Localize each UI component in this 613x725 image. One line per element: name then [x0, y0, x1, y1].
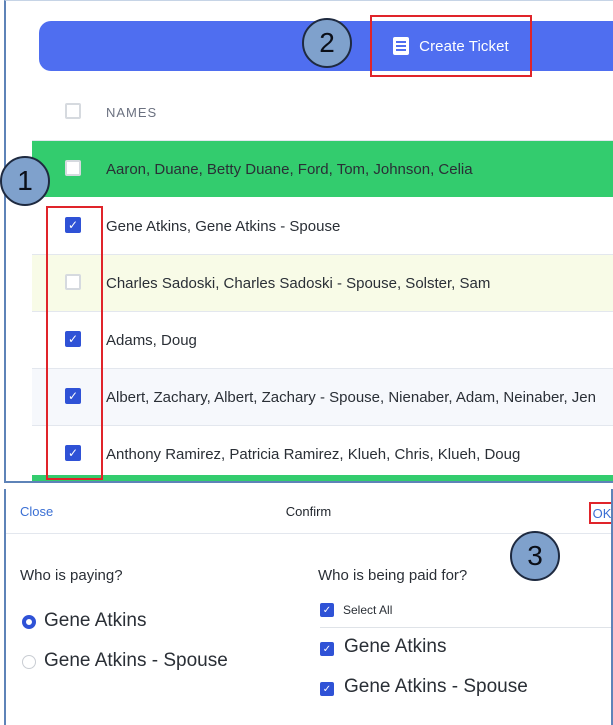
- step-2-callout: 2: [302, 18, 352, 68]
- row-names: Adams, Doug: [106, 331, 197, 349]
- row-names: Gene Atkins, Gene Atkins - Spouse: [106, 217, 341, 235]
- checkmark-icon: ✓: [322, 683, 332, 695]
- table-header-row: NAMES: [32, 84, 613, 141]
- payer-radio[interactable]: [22, 615, 36, 629]
- row-checkbox[interactable]: [65, 160, 81, 176]
- create-ticket-button[interactable]: Create Ticket: [370, 15, 532, 77]
- row-checkbox[interactable]: ✓: [65, 388, 81, 404]
- payer-option-label[interactable]: Gene Atkins - Spouse: [44, 650, 228, 672]
- checkmark-icon: ✓: [67, 389, 79, 403]
- step-3-callout: 3: [510, 531, 560, 581]
- table-row[interactable]: Charles Sadoski, Charles Sadoski - Spous…: [32, 255, 613, 312]
- dialog-title: Confirm: [285, 504, 332, 519]
- checkmark-icon: ✓: [67, 446, 79, 460]
- table-row[interactable]: ✓ Albert, Zachary, Albert, Zachary - Spo…: [32, 369, 613, 426]
- select-all-checkbox[interactable]: [65, 103, 81, 119]
- payer-radio[interactable]: [22, 655, 36, 669]
- paid-for-checkbox[interactable]: ✓: [320, 682, 334, 696]
- names-column-header: NAMES: [106, 104, 158, 120]
- divider: [320, 627, 611, 628]
- paid-for-option-label: Gene Atkins: [344, 636, 447, 657]
- select-all-label: Select All: [343, 603, 393, 617]
- table-row[interactable]: ✓ Anthony Ramirez, Patricia Ramirez, Klu…: [32, 426, 613, 481]
- row-names: Albert, Zachary, Albert, Zachary - Spous…: [106, 388, 596, 406]
- step-1-callout: 1: [0, 156, 50, 206]
- row-checkbox[interactable]: ✓: [65, 331, 81, 347]
- checkmark-icon: ✓: [67, 218, 79, 232]
- document-icon: [393, 37, 410, 55]
- ok-button[interactable]: OK: [589, 502, 611, 524]
- row-checkbox[interactable]: ✓: [65, 217, 81, 233]
- next-row-strip: [32, 475, 613, 481]
- table-row[interactable]: ✓ Gene Atkins, Gene Atkins - Spouse: [32, 198, 613, 255]
- payer-option-label[interactable]: Gene Atkins: [44, 610, 146, 632]
- table-row[interactable]: ✓ Adams, Doug: [32, 312, 613, 369]
- paid-for-option-label: Gene Atkins - Spouse: [344, 676, 528, 697]
- paid-for-checkbox[interactable]: ✓: [320, 642, 334, 656]
- checkmark-icon: ✓: [322, 604, 332, 616]
- names-table-panel: Create Ticket NAMES Aaron, Duane, Betty …: [4, 0, 613, 483]
- row-names: Aaron, Duane, Betty Duane, Ford, Tom, Jo…: [106, 160, 473, 178]
- paying-question: Who is paying?: [20, 567, 123, 584]
- checkmark-icon: ✓: [322, 643, 332, 655]
- table-row[interactable]: Aaron, Duane, Betty Duane, Ford, Tom, Jo…: [32, 141, 613, 197]
- row-checkbox[interactable]: ✓: [65, 445, 81, 461]
- dialog-header: Close Confirm OK: [6, 489, 611, 534]
- row-names: Charles Sadoski, Charles Sadoski - Spous…: [106, 274, 491, 292]
- checkmark-icon: ✓: [67, 332, 79, 346]
- confirm-dialog: Close Confirm OK Who is paying? Gene Atk…: [4, 489, 613, 725]
- create-ticket-label: Create Ticket: [419, 37, 509, 55]
- select-all-paid-checkbox[interactable]: ✓: [320, 603, 334, 617]
- row-checkbox[interactable]: [65, 274, 81, 290]
- row-names: Anthony Ramirez, Patricia Ramirez, Klueh…: [106, 445, 521, 463]
- paid-for-question: Who is being paid for?: [318, 567, 468, 584]
